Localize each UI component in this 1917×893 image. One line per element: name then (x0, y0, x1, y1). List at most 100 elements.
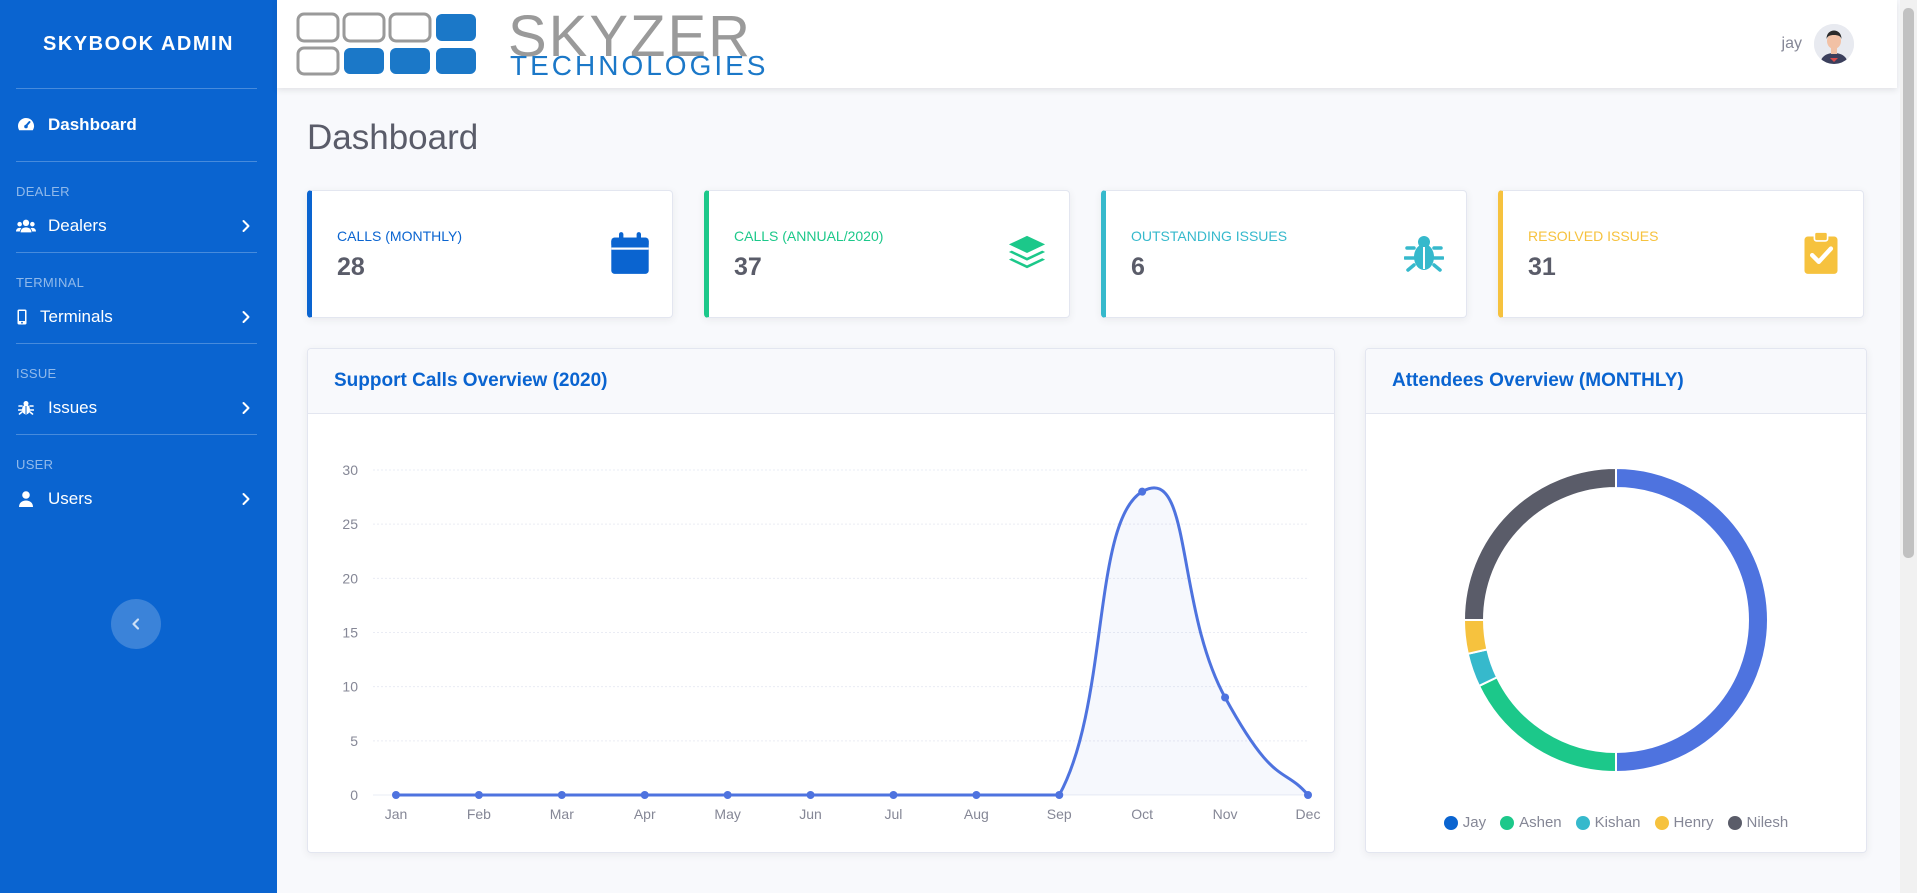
sidebar-item-label: Issues (48, 398, 98, 417)
donut-slice (1477, 675, 1617, 774)
attendees-donut-chart[interactable] (1366, 414, 1866, 784)
x-tick-label: Mar (550, 806, 574, 822)
legend-swatch (1727, 815, 1742, 830)
legend-swatch (1654, 815, 1669, 830)
chevron-right-icon (242, 311, 250, 323)
data-point (1221, 693, 1230, 702)
y-tick-label: 15 (342, 625, 358, 641)
main-content: Dashboard CALLS (MONTHLY) 28 CALLS (ANNU… (277, 88, 1897, 893)
data-point (1055, 791, 1064, 799)
stat-label: CALLS (MONTHLY) (337, 228, 462, 244)
stat-card-calls-annual[interactable]: CALLS (ANNUAL/2020) 37 (704, 190, 1070, 318)
y-tick-label: 5 (350, 733, 358, 749)
donut-slice (1462, 619, 1489, 656)
legend-item[interactable]: Kishan (1575, 814, 1641, 831)
sidebar-item-issues[interactable]: Issues (0, 382, 277, 434)
support-calls-chart[interactable]: 0 5 10 15 20 25 30 Jan Feb Mar Apr May Jun Jul Aug Sep O… (308, 414, 1334, 852)
legend-item[interactable]: Nilesh (1727, 814, 1789, 831)
x-tick-label: Aug (964, 806, 989, 822)
legend-label: Ashen (1519, 814, 1562, 831)
stat-label: OUTSTANDING ISSUES (1131, 228, 1288, 244)
stat-card-outstanding-issues[interactable]: OUTSTANDING ISSUES 6 (1101, 190, 1467, 318)
calendar-icon (611, 232, 649, 274)
legend-swatch (1575, 815, 1590, 830)
data-point (1304, 791, 1312, 799)
legend-label: Henry (1673, 814, 1714, 831)
y-tick-label: 0 (350, 787, 358, 803)
y-tick-label: 20 (342, 570, 358, 586)
y-tick-label: 10 (342, 679, 358, 695)
x-tick-label: Jun (799, 806, 822, 822)
page-scrollbar[interactable] (1900, 0, 1917, 893)
legend-item[interactable]: Jay (1443, 814, 1487, 831)
bug-icon (16, 398, 36, 418)
stat-value: 6 (1131, 253, 1145, 281)
sidebar-brand[interactable]: SKYBOOK ADMIN (0, 0, 277, 88)
donut-slice (1466, 648, 1499, 688)
stat-card-calls-monthly[interactable]: CALLS (MONTHLY) 28 (307, 190, 673, 318)
legend-item[interactable]: Ashen (1500, 814, 1562, 831)
legend-label: Nilesh (1746, 814, 1789, 831)
data-point (474, 791, 483, 799)
x-tick-label: Apr (634, 806, 656, 822)
sidebar-item-label: Users (48, 489, 93, 508)
legend-swatch (1443, 815, 1458, 830)
user-name: jay (1781, 35, 1802, 52)
chevron-left-icon (132, 618, 140, 630)
layers-icon (1008, 235, 1046, 269)
sidebar-toggle-button[interactable] (111, 599, 161, 649)
data-point (640, 791, 649, 799)
stat-card-resolved-issues[interactable]: RESOLVED ISSUES 31 (1498, 190, 1864, 318)
chevron-right-icon (242, 220, 250, 232)
data-point (972, 791, 981, 799)
stat-value: 28 (337, 253, 365, 281)
legend-label: Kishan (1594, 814, 1641, 831)
user-menu[interactable]: jay (1782, 24, 1854, 64)
sidebar-item-terminals[interactable]: Terminals (0, 291, 277, 343)
area-fill (396, 487, 1308, 795)
sidebar-item-dashboard[interactable]: Dashboard (0, 89, 277, 161)
stat-value: 31 (1528, 253, 1556, 281)
data-point (557, 791, 566, 799)
sidebar-item-users[interactable]: Users (0, 473, 277, 525)
x-tick-label: Sep (1047, 806, 1072, 822)
data-point (889, 791, 898, 799)
sidebar-item-label: Dealers (48, 216, 107, 235)
x-tick-label: Feb (467, 806, 491, 822)
stat-label: RESOLVED ISSUES (1528, 228, 1659, 244)
donut-slice (1462, 466, 1617, 621)
chevron-right-icon (242, 402, 250, 414)
x-tick-label: Jan (385, 806, 408, 822)
logo-mark-icon (296, 12, 476, 76)
user-icon (16, 489, 36, 509)
attendees-card: Attendees Overview (MONTHLY) Jay Ashen K… (1365, 348, 1867, 853)
x-tick-label: Nov (1213, 806, 1238, 822)
sidebar-item-label: Dashboard (48, 115, 137, 134)
legend-item[interactable]: Henry (1654, 814, 1714, 831)
data-point (806, 791, 815, 799)
stat-value: 37 (734, 253, 762, 281)
clipboard-check-icon (1804, 231, 1838, 274)
data-point (392, 791, 400, 799)
data-point (1138, 487, 1147, 496)
sidebar-item-dealers[interactable]: Dealers (0, 200, 277, 252)
tachometer-icon (16, 115, 36, 135)
sidebar-heading-issue: ISSUE (16, 366, 57, 381)
donut-slice (1615, 466, 1769, 774)
sidebar-heading-terminal: TERMINAL (16, 275, 85, 290)
company-logo[interactable]: SKYZER TECHNOLOGIES (296, 8, 766, 80)
x-tick-label: Dec (1296, 806, 1321, 822)
legend-label: Jay (1462, 814, 1487, 831)
sidebar: SKYBOOK ADMIN Dashboard DEALER Dealers T… (0, 0, 277, 893)
y-tick-label: 25 (342, 516, 358, 532)
y-tick-label: 30 (342, 462, 358, 478)
scrollbar-thumb[interactable] (1903, 8, 1914, 558)
legend-swatch (1500, 815, 1515, 830)
avatar (1814, 24, 1854, 64)
page-title: Dashboard (307, 118, 479, 157)
sidebar-item-label: Terminals (40, 307, 113, 326)
stat-label: CALLS (ANNUAL/2020) (734, 228, 884, 244)
bug-icon (1404, 236, 1444, 272)
attendees-title: Attendees Overview (MONTHLY) (1366, 349, 1866, 414)
topbar: SKYZER TECHNOLOGIES jay (277, 0, 1897, 88)
